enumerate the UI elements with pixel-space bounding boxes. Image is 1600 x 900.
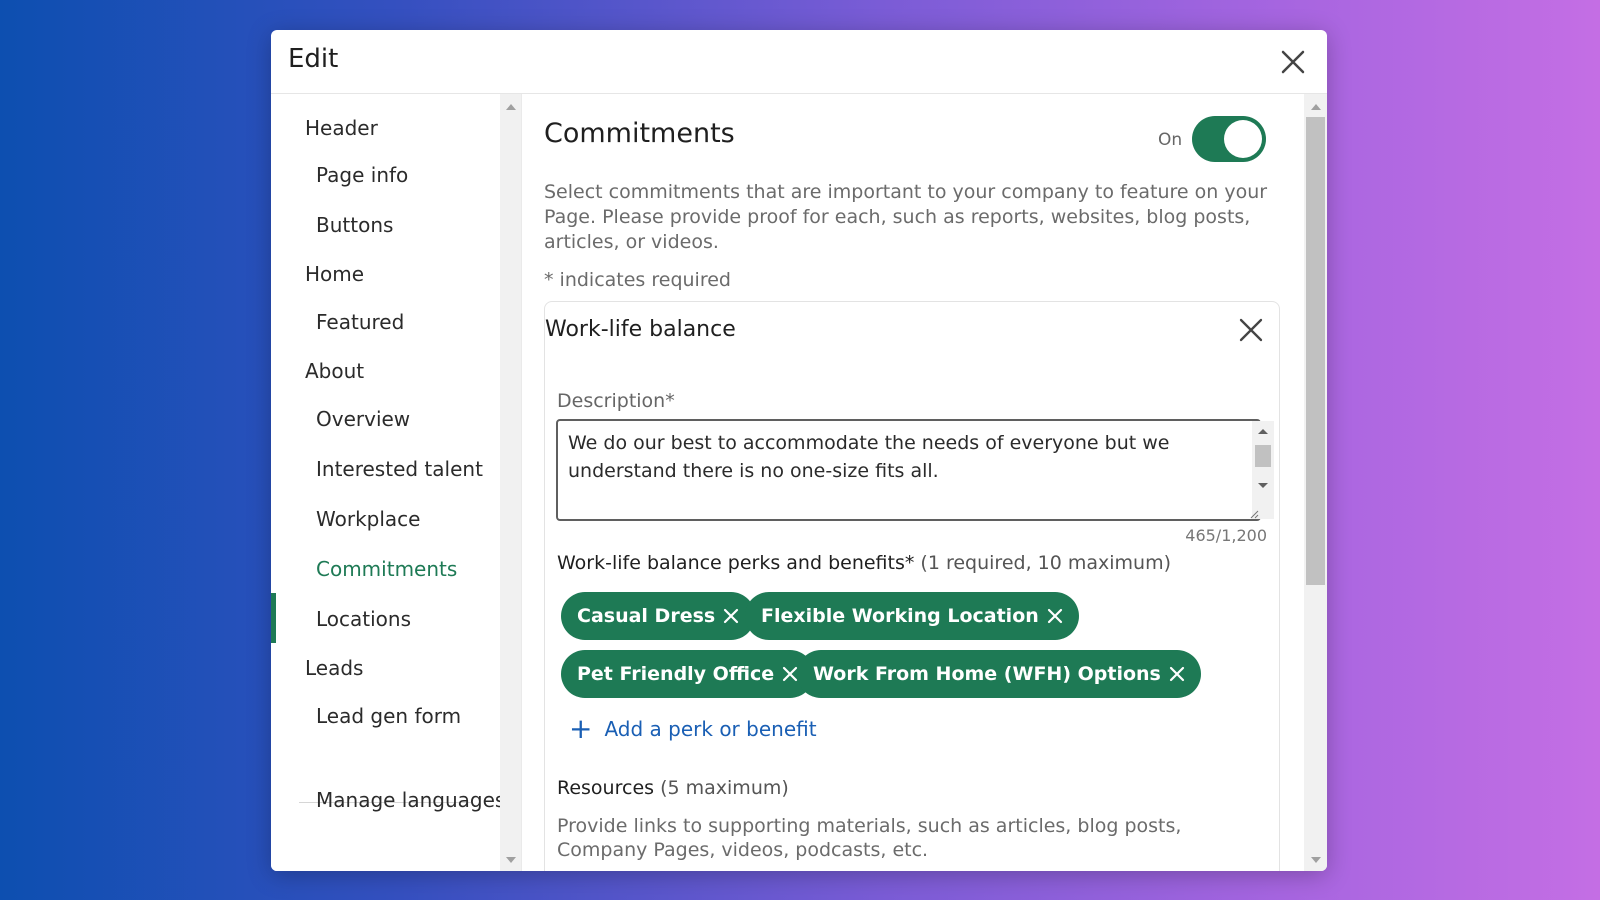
char-count: 465/1,200 — [1185, 526, 1267, 545]
resources-label-text: Resources — [557, 777, 655, 799]
intro-text: Select commitments that are important to… — [544, 181, 1268, 253]
add-perk-label: Add a perk or benefit — [604, 717, 817, 741]
remove-commitment-button[interactable] — [1235, 314, 1267, 346]
description-textarea[interactable]: We do our best to accommodate the needs … — [556, 419, 1274, 521]
card-title: Work-life balance — [545, 317, 736, 342]
sidebar-nav: Header Page info Buttons Home Featured A… — [271, 94, 500, 871]
scroll-up-arrow-icon[interactable] — [505, 104, 516, 110]
main-scrollbar[interactable] — [1304, 94, 1327, 871]
sidebar-item-featured[interactable]: Featured — [316, 310, 404, 334]
main-content: Commitments On Select commitments that a… — [521, 94, 1304, 871]
scroll-down-arrow-icon[interactable] — [1310, 857, 1321, 863]
scroll-up-arrow-icon[interactable] — [1258, 429, 1268, 434]
sidebar-scrollbar[interactable] — [500, 94, 521, 871]
scroll-down-arrow-icon[interactable] — [505, 857, 516, 863]
resources-hint: (5 maximum) — [660, 777, 789, 799]
perks-label-text: Work-life balance perks and benefits* — [557, 552, 915, 574]
perks-hint: (1 required, 10 maximum) — [920, 552, 1172, 574]
remove-chip-icon[interactable] — [723, 608, 739, 624]
section-title: Commitments — [544, 118, 735, 149]
close-icon — [1281, 50, 1305, 74]
main-scroll-thumb[interactable] — [1306, 117, 1325, 585]
perk-chip-label: Flexible Working Location — [761, 605, 1039, 627]
sidebar-item-leads[interactable]: Leads — [305, 656, 363, 680]
remove-chip-icon[interactable] — [1169, 666, 1185, 682]
resources-description: Provide links to supporting materials, s… — [557, 815, 1182, 861]
perks-label: Work-life balance perks and benefits* (1… — [557, 552, 1171, 574]
add-perk-button[interactable]: + Add a perk or benefit — [569, 712, 817, 745]
perk-chip[interactable]: Work From Home (WFH) Options — [797, 650, 1201, 698]
toggle-knob — [1224, 120, 1262, 158]
modal-header: Edit — [271, 30, 1327, 94]
modal-title: Edit — [288, 44, 339, 74]
sidebar-item-buttons[interactable]: Buttons — [316, 213, 393, 237]
remove-chip-icon[interactable] — [782, 666, 798, 682]
sidebar-item-interested-talent[interactable]: Interested talent — [316, 457, 483, 481]
close-icon — [1239, 318, 1263, 342]
textarea-scroll-thumb[interactable] — [1255, 445, 1271, 467]
sidebar-item-page-info[interactable]: Page info — [316, 163, 408, 187]
description-label: Description* — [557, 390, 675, 412]
perk-chip-label: Pet Friendly Office — [577, 663, 775, 685]
sidebar-item-commitments[interactable]: Commitments — [316, 557, 457, 581]
sidebar-item-locations[interactable]: Locations — [316, 607, 411, 631]
remove-chip-icon[interactable] — [1047, 608, 1063, 624]
commitment-card: Work-life balance Description* We do our… — [544, 301, 1280, 871]
perk-chip[interactable]: Flexible Working Location — [745, 592, 1079, 640]
close-modal-button[interactable] — [1275, 44, 1311, 80]
toggle-label: On — [1158, 130, 1183, 150]
edit-modal: Edit Header Page info Buttons Home Featu… — [271, 30, 1327, 871]
perk-chip-label: Casual Dress — [577, 605, 716, 627]
resize-grip-icon[interactable] — [1249, 509, 1259, 519]
sidebar-item-overview[interactable]: Overview — [316, 407, 410, 431]
sidebar-item-workplace[interactable]: Workplace — [316, 507, 420, 531]
active-indicator — [271, 593, 276, 643]
perk-chip-label: Work From Home (WFH) Options — [813, 663, 1161, 685]
required-note: * indicates required — [544, 269, 731, 291]
scroll-up-arrow-icon[interactable] — [1310, 104, 1321, 110]
plus-icon: + — [569, 712, 593, 745]
textarea-scrollbar[interactable] — [1252, 421, 1274, 519]
sidebar-item-home[interactable]: Home — [305, 262, 364, 286]
description-value[interactable]: We do our best to accommodate the needs … — [568, 429, 1228, 485]
scroll-down-arrow-icon[interactable] — [1258, 483, 1268, 488]
resources-label: Resources (5 maximum) — [557, 777, 789, 799]
sidebar-item-header[interactable]: Header — [305, 116, 378, 140]
perk-chip[interactable]: Casual Dress — [561, 592, 756, 640]
commitments-toggle[interactable] — [1192, 116, 1266, 162]
sidebar-item-about[interactable]: About — [305, 359, 364, 383]
perk-chip[interactable]: Pet Friendly Office — [561, 650, 815, 698]
manage-languages-link[interactable]: Manage languages — [316, 788, 500, 812]
sidebar-item-lead-gen-form[interactable]: Lead gen form — [316, 704, 461, 728]
